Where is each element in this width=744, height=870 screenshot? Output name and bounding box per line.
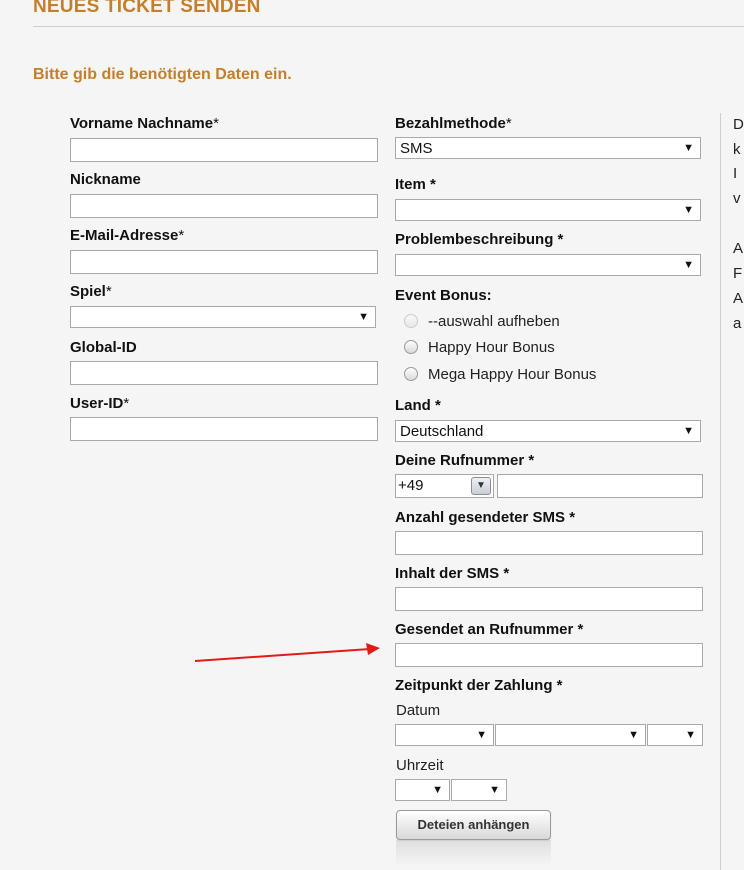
user-id-label: User-ID* — [70, 395, 130, 412]
radio-button-icon[interactable] — [404, 367, 418, 381]
sent-to-number-input[interactable] — [395, 643, 703, 667]
date-month-select[interactable]: ▼ — [495, 724, 646, 746]
email-label: E-Mail-Adresse* — [70, 227, 185, 244]
side-text-line: a — [733, 315, 742, 332]
annotation-arrow-icon — [194, 643, 380, 662]
chevron-down-icon: ▼ — [432, 784, 443, 796]
sms-content-input[interactable] — [395, 587, 703, 611]
radio-button-icon[interactable] — [404, 314, 418, 328]
time-hour-select[interactable]: ▼ — [395, 779, 450, 801]
chevron-down-icon: ▼ — [358, 311, 369, 323]
name-input[interactable] — [70, 138, 378, 162]
side-text-line: A — [733, 240, 744, 257]
payment-method-select[interactable]: SMS ▼ — [395, 137, 701, 159]
country-value: Deutschland — [400, 423, 484, 440]
title-divider — [33, 26, 744, 27]
chevron-down-icon: ▼ — [683, 204, 694, 216]
user-id-input[interactable] — [70, 417, 378, 441]
phone-number-input[interactable] — [497, 474, 703, 498]
side-text-line: A — [733, 290, 744, 307]
country-label: Land * — [395, 397, 441, 414]
name-label: Vorname Nachname* — [70, 115, 219, 132]
payment-method-value: SMS — [400, 140, 433, 157]
date-label: Datum — [396, 702, 441, 719]
time-label: Uhrzeit — [396, 757, 444, 774]
side-text-line: I — [733, 165, 738, 182]
chevron-down-icon: ▼ — [683, 425, 694, 437]
side-text-line: k — [733, 141, 741, 158]
sms-count-label: Anzahl gesendeter SMS * — [395, 509, 576, 526]
game-select[interactable]: ▼ — [70, 306, 376, 328]
problem-label: Problembeschreibung * — [395, 231, 564, 248]
form-instruction: Bitte gib die benötigten Daten ein. — [33, 66, 292, 83]
chevron-down-icon: ▼ — [683, 259, 694, 271]
chevron-down-icon[interactable]: ▼ — [471, 477, 491, 495]
nickname-input[interactable] — [70, 194, 378, 218]
nickname-label: Nickname — [70, 171, 141, 188]
column-divider — [720, 113, 721, 870]
radio-button-icon[interactable] — [404, 340, 418, 354]
problem-select[interactable]: ▼ — [395, 254, 701, 276]
phone-label: Deine Rufnummer * — [395, 452, 535, 469]
time-minute-select[interactable]: ▼ — [451, 779, 507, 801]
country-code-select[interactable]: +49 ▼ — [395, 474, 494, 498]
date-year-select[interactable]: ▼ — [647, 724, 703, 746]
global-id-label: Global-ID — [70, 339, 137, 356]
event-bonus-label: Event Bonus: — [395, 287, 492, 304]
sent-to-number-label: Gesendet an Rufnummer * — [395, 621, 584, 638]
side-text-line: v — [733, 190, 741, 207]
sms-count-input[interactable] — [395, 531, 703, 555]
chevron-down-icon: ▼ — [476, 729, 487, 741]
chevron-down-icon: ▼ — [628, 729, 639, 741]
chevron-down-icon: ▼ — [683, 142, 694, 154]
button-reflection — [396, 840, 551, 866]
payment-method-label: Bezahlmethode* — [395, 115, 512, 132]
side-text-line: F — [733, 265, 743, 282]
country-select[interactable]: Deutschland ▼ — [395, 420, 701, 442]
radio-mega-happy-hour-bonus[interactable]: Mega Happy Hour Bonus — [404, 366, 596, 383]
radio-happy-hour-bonus[interactable]: Happy Hour Bonus — [404, 339, 555, 356]
payment-time-label: Zeitpunkt der Zahlung * — [395, 677, 563, 694]
item-label: Item * — [395, 176, 436, 193]
global-id-input[interactable] — [70, 361, 378, 385]
chevron-down-icon: ▼ — [685, 729, 696, 741]
date-day-select[interactable]: ▼ — [395, 724, 494, 746]
radio-label: Happy Hour Bonus — [428, 339, 555, 356]
email-input[interactable] — [70, 250, 378, 274]
game-label: Spiel* — [70, 283, 112, 300]
item-select[interactable]: ▼ — [395, 199, 701, 221]
radio-clear-selection[interactable]: --auswahl aufheben — [404, 313, 560, 330]
radio-label: --auswahl aufheben — [428, 313, 560, 330]
sms-content-label: Inhalt der SMS * — [395, 565, 510, 582]
page-title: NEUES TICKET SENDEN — [33, 0, 261, 17]
side-text-line: D — [733, 116, 744, 133]
chevron-down-icon: ▼ — [489, 784, 500, 796]
country-code-value: +49 — [398, 477, 424, 494]
radio-label: Mega Happy Hour Bonus — [428, 366, 597, 383]
attach-files-button[interactable]: Deteien anhängen — [396, 810, 551, 840]
